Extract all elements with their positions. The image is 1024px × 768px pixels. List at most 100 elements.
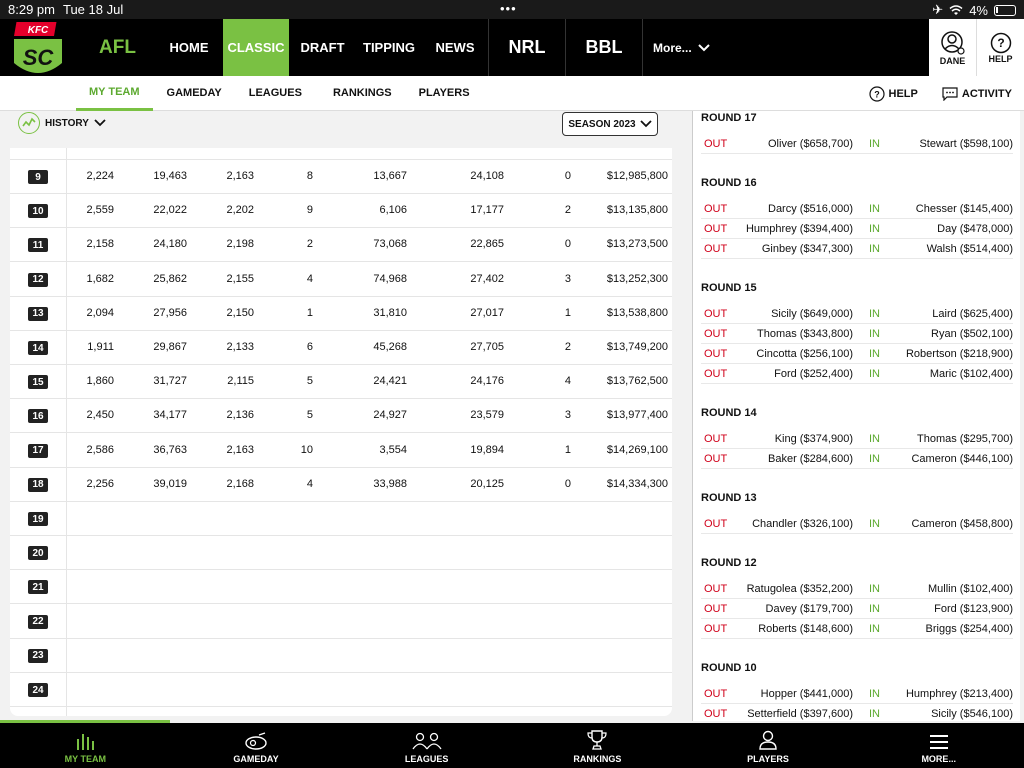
table-cell: $13,977,400 [606, 409, 668, 422]
table-cell: 13,667 [373, 170, 407, 182]
tab-leagues[interactable]: LEAGUES [341, 723, 512, 768]
history-toggle[interactable]: HISTORY [18, 112, 106, 134]
tab-gameday[interactable]: GAMEDAY [171, 723, 342, 768]
table-cell: 2,202 [226, 204, 254, 217]
round-badge: 16 [28, 409, 48, 424]
logo-graphic: KFC SC [14, 22, 62, 73]
trade-in-player: Maric ($102,400) [929, 368, 1013, 380]
subnav-right: ? HELP ACTIVITY [868, 76, 1012, 111]
table-cell: 2,256 [86, 477, 114, 490]
trade-row[interactable]: OUT Hopper ($441,000) IN Humphrey ($213,400… [701, 684, 1013, 704]
trade-out-player: Thomas ($343,800) [757, 328, 853, 340]
table-row: 12 1,682 25,862 2,155 4 74,968 27,402 3 $13,252,… [10, 263, 672, 297]
trade-in-player: Ford ($123,900) [934, 603, 1013, 615]
trade-row[interactable]: OUT Chandler ($326,100) IN Cameron ($458,80… [701, 514, 1013, 534]
trade-row[interactable]: OUT Ford ($252,400) IN Maric ($102,400) [701, 364, 1013, 384]
trophy-icon [587, 730, 607, 750]
round-badge: 24 [28, 683, 48, 697]
subtab-leagues[interactable]: LEAGUES [235, 76, 315, 111]
trade-in-player: Mullin ($102,400) [928, 583, 1013, 595]
round-heading: ROUND 12 [701, 557, 757, 569]
logo-kfc-text: KFC [28, 25, 49, 36]
table-cell: 2,559 [86, 204, 114, 217]
table-cell: 45,268 [373, 341, 407, 353]
nav-afl[interactable]: AFL [80, 19, 155, 76]
trade-row[interactable]: OUT Setterfield ($397,600) IN Sicily ($546,… [701, 704, 1013, 721]
top-nav: KFC SC AFL HOME CLASSIC DRAFT TIPPING NE… [0, 19, 1024, 76]
trade-row[interactable]: OUT Cincotta ($256,100) IN Robertson ($218,… [701, 344, 1013, 364]
subtab-rankings[interactable]: RANKINGS [315, 76, 405, 111]
trade-out-label: OUT [704, 308, 728, 320]
trade-row[interactable]: OUT Darcy ($516,000) IN Chesser ($145,400) [701, 199, 1013, 219]
round-heading: ROUND 16 [701, 177, 757, 189]
kfc-sc-logo[interactable]: KFC SC [0, 19, 80, 76]
trade-out-label: OUT [704, 368, 728, 380]
nav-bbl[interactable]: BBL [566, 19, 642, 76]
trade-row[interactable]: OUT King ($374,900) IN Thomas ($295,700) [701, 429, 1013, 449]
subtab-my-team[interactable]: MY TEAM [76, 76, 153, 111]
trade-row[interactable]: OUT Baker ($284,600) IN Cameron ($446,100) [701, 449, 1013, 469]
table-row: 24 [10, 673, 672, 707]
subtab-gameday[interactable]: GAMEDAY [153, 76, 235, 111]
tab-more[interactable]: MORE... [853, 723, 1024, 768]
table-cell: 6 [306, 341, 313, 353]
nav-classic[interactable]: CLASSIC [223, 19, 289, 76]
trade-row[interactable]: OUT Humphrey ($394,400) IN Day ($478,000) [701, 219, 1013, 239]
trade-in-label: IN [869, 583, 880, 595]
season-label: SEASON 2023 [568, 118, 636, 130]
nav-home[interactable]: HOME [155, 19, 223, 76]
tab-rankings-label: RANKINGS [573, 754, 622, 764]
table-cell: 36,763 [153, 443, 187, 456]
table-cell: 5 [306, 409, 313, 422]
multitask-dots-icon[interactable]: ••• [500, 1, 517, 16]
nav-tipping[interactable]: TIPPING [356, 19, 422, 76]
tab-players[interactable]: PLAYERS [683, 723, 854, 768]
table-row: 23 [10, 639, 672, 673]
trade-row[interactable]: OUT Ratugolea ($352,200) IN Mullin ($102,40… [701, 579, 1013, 599]
table-cell: 19,463 [153, 170, 187, 182]
trade-in-label: IN [869, 138, 880, 150]
trade-row[interactable]: OUT Sicily ($649,000) IN Laird ($625,400) [701, 304, 1013, 324]
table-cell: 2,224 [86, 170, 114, 182]
trade-row[interactable]: OUT Oliver ($658,700) IN Stewart ($598,100) [701, 134, 1013, 154]
round-badge: 10 [28, 204, 48, 219]
airplane-icon: ✈ [932, 2, 944, 17]
table-cell: $14,334,300 [606, 477, 668, 490]
subnav-help-label: HELP [888, 87, 918, 100]
trade-out-player: Chandler ($326,100) [752, 518, 853, 530]
trade-row[interactable]: OUT Davey ($179,700) IN Ford ($123,900) [701, 599, 1013, 619]
trade-in-label: IN [869, 433, 880, 445]
nav-nrl[interactable]: NRL [489, 19, 565, 76]
tab-my-team[interactable]: MY TEAM [0, 723, 171, 768]
round-heading: ROUND 15 [701, 282, 757, 294]
svg-text:?: ? [997, 36, 1004, 50]
nav-draft[interactable]: DRAFT [289, 19, 356, 76]
status-bar: 8:29 pm Tue 18 Jul ••• ✈ 4% [0, 0, 1024, 19]
trade-out-label: OUT [704, 518, 728, 530]
table-cell: 2,136 [226, 409, 254, 422]
activity-button[interactable]: ACTIVITY [942, 86, 1012, 101]
help-button[interactable]: ? HELP [976, 19, 1024, 76]
tab-rankings[interactable]: RANKINGS [512, 723, 683, 768]
nav-more[interactable]: More... [643, 19, 933, 76]
round-badge: 18 [28, 477, 48, 492]
table-row: 17 2,586 36,763 2,163 10 3,554 19,894 1 $14,269,… [10, 434, 672, 468]
trade-out-player: Hopper ($441,000) [760, 688, 853, 700]
nav-more-label: More... [653, 40, 692, 55]
table-cell: 2 [564, 204, 571, 217]
trade-row[interactable]: OUT Ginbey ($347,300) IN Walsh ($514,400) [701, 239, 1013, 259]
table-cell: 3 [564, 272, 571, 285]
season-select[interactable]: SEASON 2023 [562, 112, 658, 136]
trade-in-player: Humphrey ($213,400) [905, 688, 1013, 700]
nav-news[interactable]: NEWS [422, 19, 488, 76]
help-label: HELP [988, 53, 1013, 64]
trade-out-label: OUT [704, 623, 728, 635]
trade-out-player: Ratugolea ($352,200) [746, 583, 853, 595]
subtab-players[interactable]: PLAYERS [405, 76, 483, 111]
trade-out-label: OUT [704, 433, 728, 445]
trade-row[interactable]: OUT Roberts ($148,600) IN Briggs ($254,400) [701, 619, 1013, 639]
subnav-help-button[interactable]: ? HELP [868, 85, 918, 102]
trade-row[interactable]: OUT Thomas ($343,800) IN Ryan ($502,100) [701, 324, 1013, 344]
user-profile-button[interactable]: DANE [929, 19, 976, 76]
round-badge: 13 [28, 306, 48, 321]
